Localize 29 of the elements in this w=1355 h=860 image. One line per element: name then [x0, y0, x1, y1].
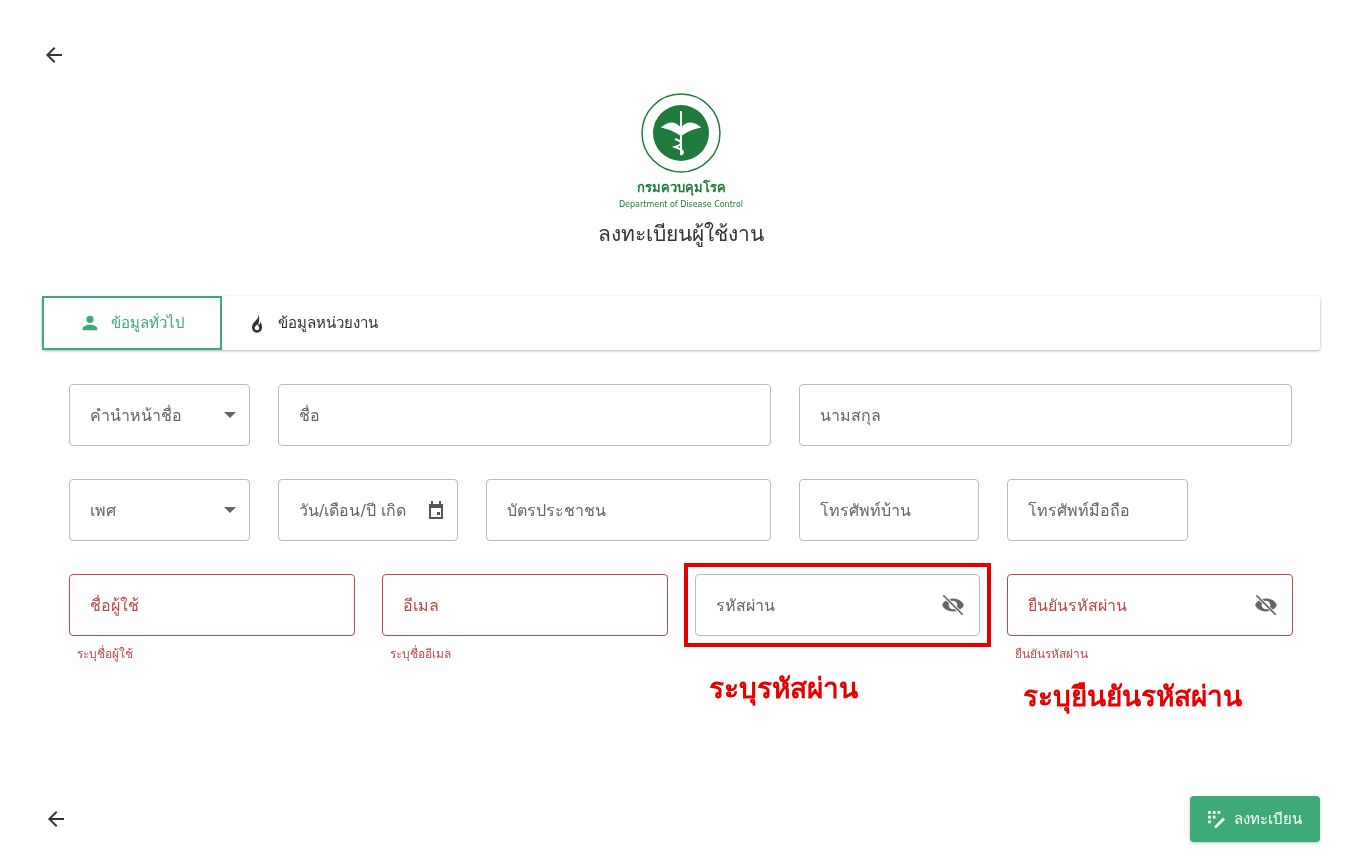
input-field[interactable]: วัน/เดือน/ปี เกิด [278, 479, 458, 541]
logo-name: กรมควบคุมโรค [636, 179, 726, 198]
calendar-icon [428, 501, 444, 519]
input-field[interactable]: ยืนยันรหัสผ่าน [1007, 574, 1293, 636]
dropdown[interactable]: เพศ [69, 479, 250, 541]
error-message: ระบุชื่อผู้ใช้ [77, 644, 134, 663]
annotation-text: ระบุรหัสผ่าน [708, 671, 858, 708]
input-field[interactable]: ชื่อผู้ใช้ [69, 574, 355, 636]
input-field[interactable]: อีเมล [381, 574, 668, 636]
grid-pencil-icon [1208, 810, 1225, 828]
input-field[interactable]: รหัสผ่าน [694, 574, 981, 636]
input-field[interactable]: นามสกุล [799, 384, 1292, 446]
eye-off-icon[interactable] [940, 592, 967, 618]
dropdown-caret-icon [224, 412, 236, 418]
eye-off-icon[interactable] [1253, 592, 1279, 618]
dropdown[interactable]: คำนำหน้าชื่อ [69, 384, 250, 446]
input-field[interactable]: ชื่อ [278, 384, 771, 446]
dropdown-caret-icon [224, 507, 236, 513]
input-field[interactable]: โทรศัพท์บ้าน [799, 479, 979, 541]
input-field[interactable]: บัตรประชาชน [486, 479, 771, 541]
input-field[interactable]: โทรศัพท์มือถือ [1007, 479, 1188, 541]
error-message: ระบุชื่ออีเมล [389, 644, 452, 663]
tab[interactable]: ข้อมูลหน่วยงาน [222, 296, 402, 350]
register-button[interactable]: ลงทะเบียน [1190, 796, 1320, 842]
error-message: ยืนยันรหัสผ่าน [1015, 646, 1090, 663]
page-title: ลงทะเบียนผู้ใช้งาน [598, 221, 764, 249]
tab[interactable]: ข้อมูลทั่วไป [42, 296, 222, 350]
annotation-text: ระบุยืนยันรหัสผ่าน [1023, 679, 1243, 716]
logo-subtitle: Department of Disease Control [618, 200, 744, 209]
